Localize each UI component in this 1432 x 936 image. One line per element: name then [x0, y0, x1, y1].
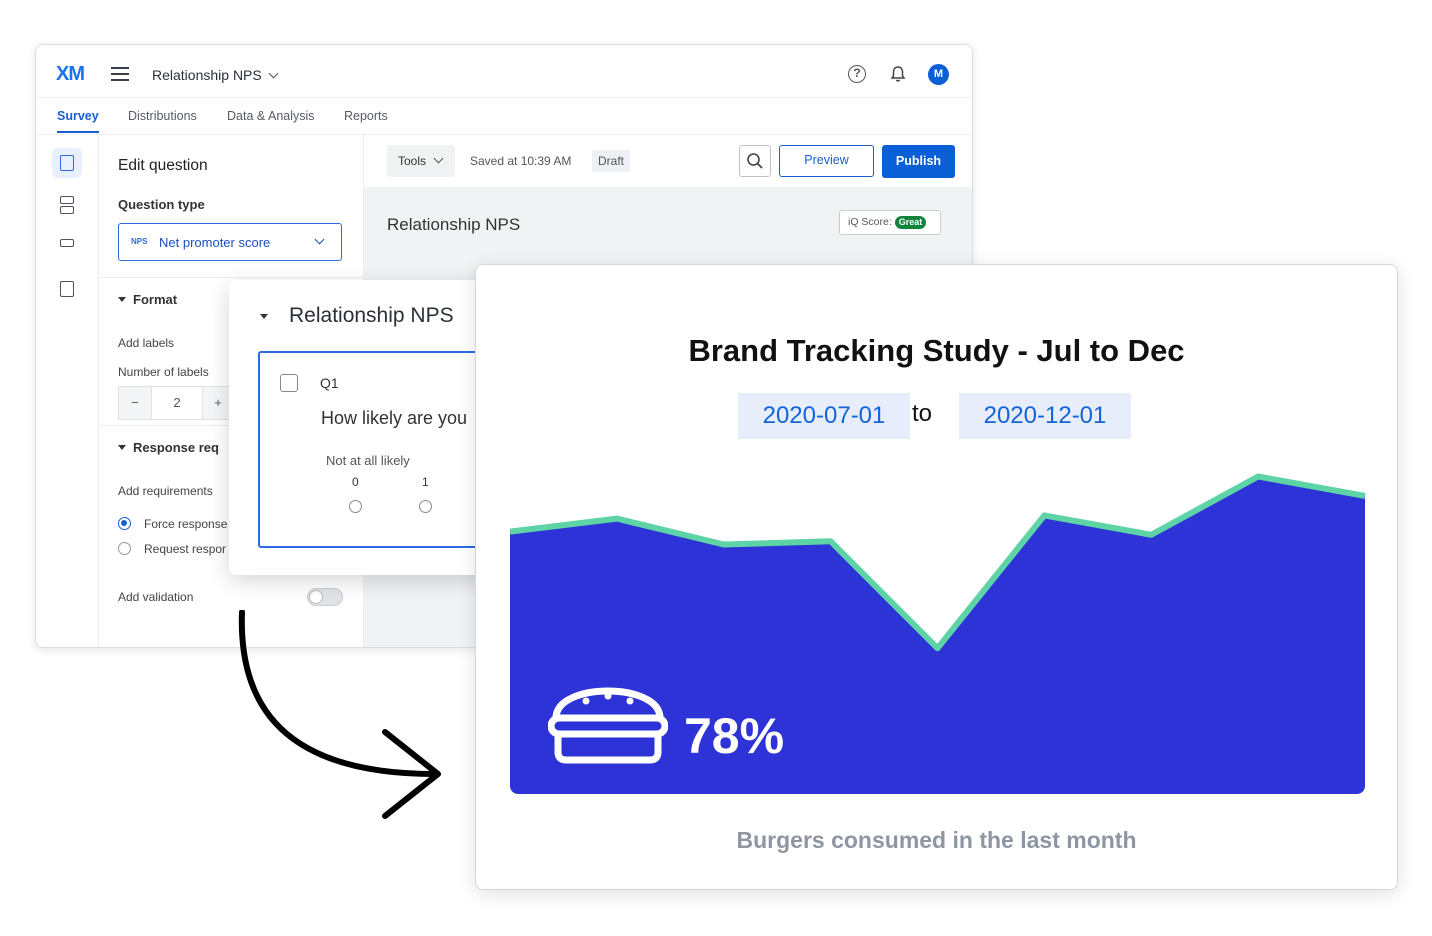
chevron-down-icon — [314, 234, 325, 245]
menu-icon[interactable] — [111, 67, 129, 81]
question-id: Q1 — [320, 375, 339, 391]
survey-title: Relationship NPS — [387, 215, 521, 234]
survey-flow-icon[interactable] — [52, 190, 82, 220]
add-requirements-label: Add requirements — [118, 484, 213, 498]
project-name: Relationship NPS — [152, 67, 262, 83]
look-and-feel-icon[interactable] — [52, 232, 82, 262]
saved-status: Saved at 10:39 AM — [470, 154, 572, 168]
question-select-checkbox[interactable] — [280, 374, 298, 392]
question-type-value: Net promoter score — [159, 235, 271, 250]
add-labels-label: Add labels — [118, 336, 175, 350]
preview-button[interactable]: Preview — [779, 145, 874, 177]
question-type-select[interactable]: NPS Net promoter score — [118, 223, 342, 261]
chevron-down-icon — [433, 153, 444, 164]
format-section[interactable]: Format — [118, 292, 177, 307]
project-selector[interactable]: Relationship NPS — [152, 67, 279, 83]
bell-icon[interactable] — [889, 65, 907, 83]
force-response-label: Force response — [144, 517, 228, 531]
xm-logo[interactable]: XM — [56, 63, 85, 86]
survey-builder-icon[interactable] — [52, 148, 82, 178]
caret-down-icon — [118, 445, 126, 450]
avatar[interactable]: M — [928, 64, 949, 85]
search-icon — [747, 153, 763, 169]
burger-icon — [548, 687, 668, 764]
publish-button[interactable]: Publish — [882, 145, 955, 178]
tools-button[interactable]: Tools — [387, 145, 455, 177]
tab-reports[interactable]: Reports — [344, 109, 388, 123]
question-text: How likely are you — [321, 408, 468, 428]
block-title: Relationship NPS — [289, 304, 454, 327]
iq-score-badge[interactable]: iQ Score: Great — [839, 210, 941, 235]
force-response-radio[interactable] — [118, 517, 131, 530]
response-requirements-section[interactable]: Response req — [118, 440, 219, 455]
tools-label: Tools — [398, 154, 427, 168]
nav-tabs: Survey Distributions Data & Analysis Rep… — [36, 98, 972, 135]
survey-options-icon[interactable] — [52, 274, 82, 304]
format-label: Format — [133, 292, 178, 307]
chart-caption: Burgers consumed in the last month — [736, 827, 1137, 853]
caret-down-icon[interactable] — [260, 314, 268, 319]
number-of-labels-label: Number of labels — [118, 365, 209, 379]
help-icon[interactable]: ? — [848, 65, 866, 83]
scale-radio[interactable] — [349, 500, 362, 513]
left-rail — [36, 135, 99, 647]
edit-question-title: Edit question — [118, 157, 208, 174]
caret-down-icon — [118, 297, 126, 302]
add-validation-toggle[interactable] — [307, 588, 343, 606]
scale-number: 1 — [422, 475, 429, 489]
scale-anchor-low: Not at all likely — [326, 453, 410, 468]
stat-value: 78% — [684, 708, 785, 764]
scale-number: 0 — [352, 475, 359, 489]
search-button[interactable] — [739, 145, 771, 177]
iq-score-value: Great — [894, 216, 927, 229]
chevron-down-icon — [268, 68, 279, 79]
area-chart — [509, 473, 1366, 794]
divider — [99, 277, 363, 278]
dashboard-widget: Brand Tracking Study - Jul to Dec 2020-0… — [475, 264, 1398, 890]
labels-count-input[interactable]: 2 — [151, 387, 203, 419]
question-type-label: Question type — [118, 197, 205, 212]
tab-distributions[interactable]: Distributions — [128, 109, 197, 123]
decrement-button[interactable]: − — [119, 387, 151, 419]
request-response-label: Request respor — [144, 542, 227, 556]
survey-toolbar: Tools Saved at 10:39 AM Draft Preview Pu… — [364, 135, 972, 187]
iq-score-label: iQ Score: — [848, 216, 892, 228]
flow-arrow-icon — [238, 610, 441, 819]
tab-data-analysis[interactable]: Data & Analysis — [227, 109, 315, 123]
add-validation-label: Add validation — [118, 590, 194, 604]
tab-survey[interactable]: Survey — [57, 109, 99, 133]
labels-stepper: − 2 + — [118, 386, 235, 420]
response-req-label: Response req — [133, 440, 219, 455]
draft-badge: Draft — [592, 150, 631, 172]
nps-badge: NPS — [131, 237, 148, 246]
request-response-radio[interactable] — [118, 542, 131, 555]
scale-radio[interactable] — [419, 500, 432, 513]
top-bar: XM Relationship NPS ? M — [36, 45, 972, 98]
